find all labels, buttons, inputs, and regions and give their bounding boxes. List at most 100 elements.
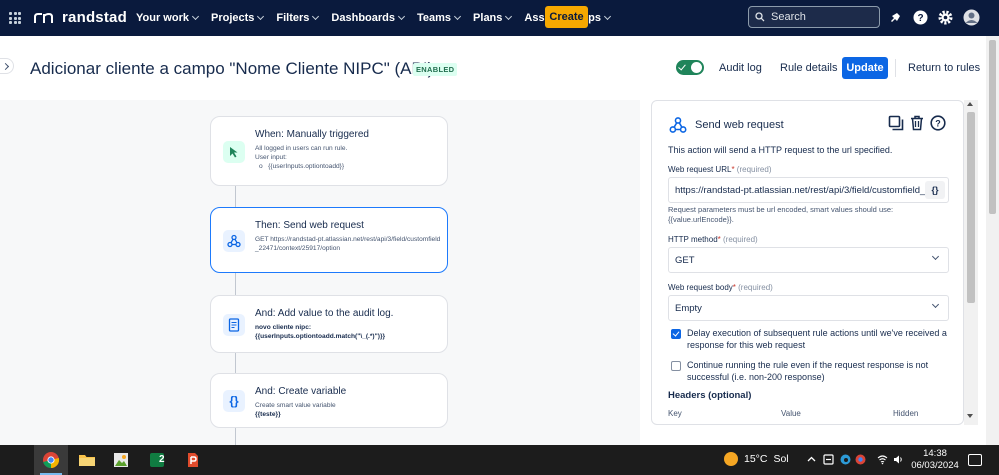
edge-icon[interactable] (840, 454, 851, 465)
nav-dashboards-label: Dashboards (331, 12, 395, 24)
taskbar-other-app[interactable] (176, 445, 210, 475)
url-value: https://randstad-pt.atlassian.net/rest/a… (675, 184, 925, 196)
randstad-logo-icon (34, 12, 53, 23)
chevron-down-icon (931, 300, 940, 309)
chevron-down-icon (505, 12, 513, 21)
web-request-body-value: Empty (675, 302, 702, 314)
help-icon[interactable]: ? (930, 115, 946, 131)
check-icon (678, 62, 686, 71)
app-switcher-icon[interactable] (9, 12, 21, 24)
headers-col-value: Value (781, 409, 801, 418)
http-method-value: GET (675, 254, 695, 266)
avatar[interactable] (963, 9, 980, 26)
trash-icon[interactable] (909, 115, 925, 131)
help-icon[interactable]: ? (912, 9, 929, 26)
taskbar-app-badge[interactable]: 2 (140, 445, 174, 475)
trigger-card[interactable]: When: Manually triggered All logged in u… (210, 116, 448, 186)
body-label-text: Web request body (668, 283, 733, 292)
update-button[interactable]: Update (842, 57, 888, 79)
clock-date: 06/03/2024 (911, 460, 959, 471)
chevron-down-icon (312, 12, 320, 21)
create-variable-title: And: Create variable (255, 386, 347, 397)
header-divider (895, 59, 896, 77)
volume-icon[interactable] (893, 454, 904, 465)
continue-running-checkbox[interactable] (671, 361, 681, 371)
delay-execution-label[interactable]: Delay execution of subsequent rule actio… (687, 327, 949, 351)
scroll-down-arrow-icon[interactable] (967, 414, 973, 418)
audit-log-button[interactable]: Audit log (719, 62, 762, 74)
smart-value-button[interactable]: {} (925, 181, 945, 199)
chevron-down-icon (257, 12, 265, 21)
trigger-user-input-item: o {{userInputs.optiontoadd}} (255, 162, 443, 171)
http-method-select[interactable]: GET (668, 247, 949, 273)
audit-log-line-1: novo cliente nipc: (255, 324, 312, 331)
method-label-text: HTTP method (668, 235, 718, 244)
nav-plans[interactable]: Plans (473, 12, 513, 24)
web-request-body-select[interactable]: Empty (668, 295, 949, 321)
taskbar-explorer[interactable] (70, 445, 104, 475)
taskbar-chrome[interactable] (34, 445, 68, 475)
page-scrollbar-thumb[interactable] (989, 40, 996, 214)
url-help-text: Request parameters must be url encoded, … (668, 205, 894, 224)
nav-dashboards[interactable]: Dashboards (331, 12, 406, 24)
notification-center-icon[interactable] (968, 454, 982, 466)
panel-scrollbar-thumb[interactable] (967, 112, 975, 303)
create-button[interactable]: Create (545, 6, 588, 28)
delay-execution-checkbox[interactable] (671, 329, 681, 339)
web-request-url-input[interactable]: https://randstad-pt.atlassian.net/rest/a… (668, 177, 949, 203)
nav-teams-label: Teams (417, 12, 452, 24)
system-clock[interactable]: 14:38 06/03/2024 (910, 448, 960, 472)
action-config-panel: Send web request ? This action will send… (651, 100, 964, 425)
trigger-line-3: {{userInputs.optiontoadd}} (268, 163, 345, 170)
trigger-title: When: Manually triggered (255, 129, 369, 140)
taskbar-badge-count: 2 (159, 454, 165, 465)
panel-title: Send web request (695, 119, 784, 131)
continue-running-label[interactable]: Continue running the rule even if the re… (687, 359, 949, 383)
weather-condition: Sol (773, 453, 789, 465)
method-label: HTTP method* (required) (668, 235, 758, 244)
nav-projects[interactable]: Projects (211, 12, 265, 24)
app-icon (188, 453, 198, 467)
nav-teams[interactable]: Teams (417, 12, 462, 24)
trigger-line-1: All logged in users can run rule. (255, 145, 348, 152)
taskbar-image-app[interactable] (104, 445, 138, 475)
chrome-tray-icon[interactable] (855, 454, 866, 465)
sun-icon (724, 452, 738, 466)
weather-widget[interactable]: 15°C Sol (724, 452, 789, 466)
audit-log-line-2: {{userInputs.optiontoadd.match("\_(.*)")… (255, 333, 386, 340)
svg-text:?: ? (917, 13, 923, 24)
chevron-down-icon (191, 12, 200, 21)
search-input[interactable]: Search (748, 6, 880, 28)
create-variable-card[interactable]: {} And: Create variable Create smart val… (210, 373, 448, 428)
panel-description: This action will send a HTTP request to … (668, 145, 893, 155)
audit-log-description: novo cliente nipc: {{userInputs.optionto… (255, 323, 443, 341)
create-variable-description: Create smart value variable {{teste}} (255, 401, 443, 419)
notifications-icon[interactable] (887, 9, 904, 26)
headers-col-hidden: Hidden (893, 409, 919, 418)
page-title: Adicionar cliente a campo "Nome Cliente … (30, 59, 434, 78)
web-request-description: GET https://randstad-pt.atlassian.net/re… (255, 236, 441, 252)
copy-icon[interactable] (888, 115, 904, 131)
wifi-icon[interactable] (877, 454, 888, 465)
chevron-down-icon (931, 252, 940, 261)
webhook-icon (223, 230, 245, 252)
audit-log-card[interactable]: And: Add value to the audit log. novo cl… (210, 295, 448, 353)
toggle-knob (691, 62, 702, 73)
top-navigation-bar: randstad Your work Projects Filters Dash… (0, 0, 999, 36)
audit-log-title: And: Add value to the audit log. (255, 308, 394, 319)
web-request-card[interactable]: Then: Send web request GET https://rands… (210, 207, 448, 273)
rule-enabled-toggle[interactable] (676, 60, 704, 75)
gear-icon[interactable] (937, 9, 954, 26)
nav-your-work[interactable]: Your work (136, 12, 200, 24)
tray-app-icon[interactable] (823, 454, 834, 465)
create-variable-line-2: {{teste}} (255, 411, 281, 418)
scroll-up-arrow-icon[interactable] (967, 102, 973, 106)
nav-plans-label: Plans (473, 12, 503, 24)
return-to-rules-button[interactable]: Return to rules (908, 62, 980, 74)
chevron-up-icon[interactable] (806, 454, 817, 465)
rule-details-button[interactable]: Rule details (780, 62, 837, 74)
logo-text: randstad (62, 9, 127, 26)
trigger-line-2: User input: (255, 154, 287, 161)
nav-filters[interactable]: Filters (276, 12, 320, 24)
randstad-logo[interactable]: randstad (34, 9, 127, 26)
